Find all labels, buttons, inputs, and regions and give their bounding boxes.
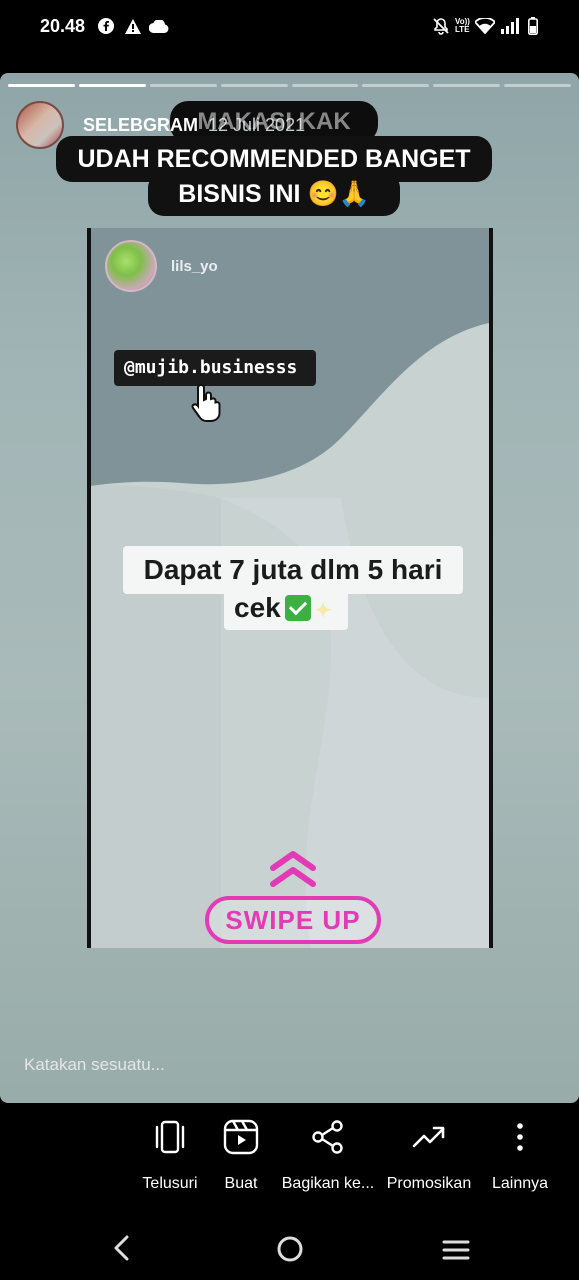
story-date: 12 Juli 2021 [208, 114, 306, 135]
share-icon [312, 1120, 343, 1154]
mute-icon [432, 17, 450, 35]
more-label: Lainnya [491, 1175, 549, 1192]
story-action-bar: Telusuri Buat Bagikan ke... Promosikan L… [0, 1103, 579, 1213]
reels-icon [223, 1119, 259, 1155]
wifi-icon [475, 17, 495, 35]
embedded-story-image: lils_yo @mujib.businesss Dapat 7 juta dl… [87, 228, 493, 948]
progress-segment [362, 84, 430, 87]
promote-label: Promosikan [386, 1175, 472, 1192]
story-progress [8, 84, 571, 87]
progress-segment [291, 84, 359, 87]
pointing-hand-icon [191, 383, 225, 428]
create-label: Buat [224, 1175, 258, 1192]
progress-segment [504, 84, 571, 87]
status-bar: 20.48 Vo)) LTE [0, 0, 579, 52]
facebook-icon [98, 17, 114, 35]
trending-icon [412, 1126, 445, 1148]
double-chevron-up-icon [269, 850, 317, 895]
reply-input[interactable]: Katakan sesuatu... [24, 1055, 165, 1075]
mention-tag[interactable]: @mujib.businesss [114, 350, 316, 386]
embedded-avatar [105, 240, 157, 292]
share-button[interactable]: Bagikan ke... [273, 1119, 383, 1193]
more-vertical-icon [517, 1123, 523, 1151]
embedded-username: lils_yo [171, 257, 218, 275]
sparkle-icon: ✦ [314, 600, 332, 622]
swipe-up-badge: SWIPE UP [205, 896, 381, 944]
overlay-caption-line-3: BISNIS INI 😊🙏 [148, 172, 400, 216]
volte-icon: Vo)) LTE [455, 17, 470, 34]
share-label: Bagikan ke... [281, 1175, 375, 1192]
progress-segment [8, 84, 75, 87]
explore-icon [155, 1120, 185, 1154]
avatar[interactable] [16, 101, 64, 149]
more-button[interactable]: Lainnya [465, 1119, 575, 1193]
cloud-icon [149, 17, 169, 35]
back-icon[interactable] [112, 1235, 132, 1266]
progress-segment [149, 84, 217, 87]
alert-icon [125, 17, 141, 35]
home-icon[interactable] [276, 1235, 304, 1268]
story-viewer[interactable]: MAKASI KAK UDAH RECOMMENDED BANGET BISNI… [0, 73, 579, 1103]
progress-segment [433, 84, 501, 87]
story-username[interactable]: SELEBGRAM [83, 115, 198, 136]
battery-icon [528, 17, 538, 35]
embedded-user: lils_yo [105, 240, 218, 292]
progress-segment [220, 84, 288, 87]
recents-icon[interactable] [442, 1239, 470, 1266]
status-time: 20.48 [40, 16, 86, 36]
signal-icon [501, 17, 519, 35]
caption-line-2: cek ✦ [224, 586, 348, 630]
check-mark-icon [284, 595, 311, 621]
story-header[interactable]: SELEBGRAM 12 Juli 2021 [16, 101, 305, 149]
progress-segment [78, 84, 146, 87]
caption-line-2-text: cek [234, 592, 281, 623]
system-nav-bar [0, 1213, 579, 1280]
